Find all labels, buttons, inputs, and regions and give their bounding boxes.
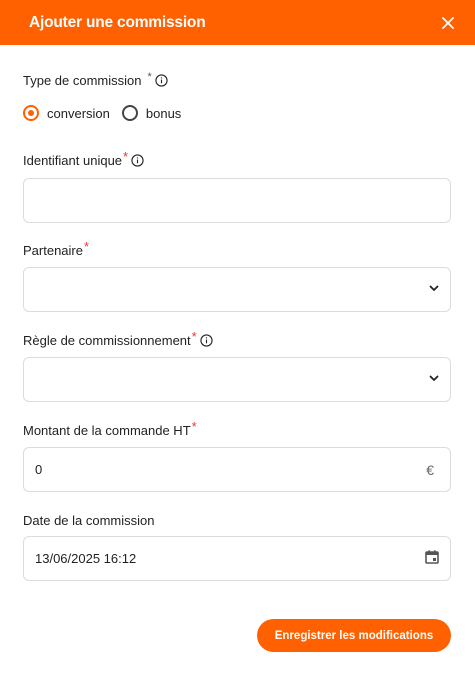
modal-header: Ajouter une commission [0, 0, 475, 45]
radio-checked-icon [23, 105, 39, 121]
type-commission-label: Type de commission * [23, 70, 168, 88]
partenaire-select[interactable] [23, 267, 451, 312]
date-label-text: Date de la commission [23, 513, 155, 528]
required-mark: * [123, 149, 129, 164]
montant-label-text: Montant de la commande HT [23, 423, 191, 438]
close-icon [442, 16, 454, 29]
date-label: Date de la commission [23, 513, 155, 528]
regle-label: Règle de commissionnement * [23, 329, 213, 348]
save-button[interactable]: Enregistrer les modifications [257, 619, 451, 652]
partenaire-label-text: Partenaire [23, 243, 83, 258]
required-mark: * [83, 239, 90, 254]
calendar-icon[interactable] [424, 549, 440, 568]
montant-input[interactable]: 0 € [23, 447, 451, 492]
identifiant-label: Identifiant unique * [23, 149, 144, 168]
montant-value: 0 [35, 462, 43, 477]
chevron-down-icon [428, 372, 440, 387]
radio-bonus-label: bonus [145, 105, 182, 121]
required-mark: * [147, 70, 152, 83]
required-mark: * [191, 419, 197, 434]
identifiant-label-text: Identifiant unique [23, 153, 123, 168]
chevron-down-icon [428, 282, 440, 297]
radio-bonus[interactable]: bonus [121, 105, 182, 121]
type-commission-radio-group: conversion bonus [23, 105, 193, 121]
identifiant-input[interactable] [23, 178, 451, 223]
partenaire-label: Partenaire * [23, 239, 89, 258]
radio-conversion[interactable]: conversion [23, 105, 110, 121]
type-commission-label-text: Type de commission [23, 73, 142, 88]
info-icon[interactable] [131, 154, 144, 167]
info-icon[interactable] [200, 334, 213, 347]
close-button[interactable] [439, 14, 457, 32]
montant-label: Montant de la commande HT * [23, 419, 197, 438]
info-icon[interactable] [155, 74, 168, 87]
date-value: 13/06/2025 16:12 [35, 551, 137, 566]
radio-unchecked-icon [121, 105, 138, 121]
date-input[interactable]: 13/06/2025 16:12 [23, 536, 451, 581]
radio-conversion-label: conversion [47, 105, 110, 121]
regle-label-text: Règle de commissionnement [23, 333, 191, 348]
modal-title: Ajouter une commission [29, 13, 206, 31]
euro-icon: € [426, 461, 434, 478]
required-mark: * [191, 329, 197, 344]
regle-select[interactable] [23, 357, 451, 402]
